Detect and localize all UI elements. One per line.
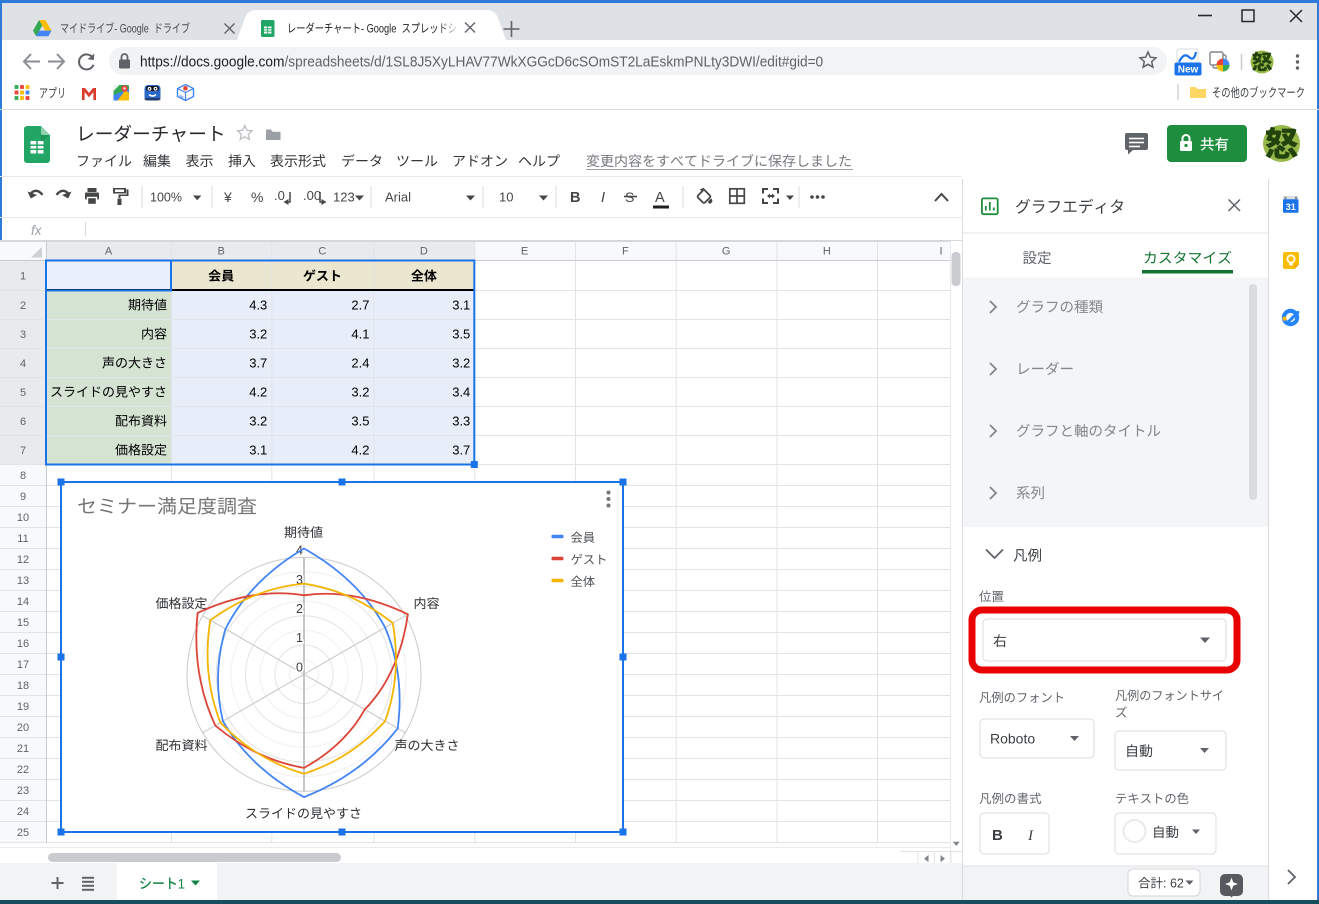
svg-text:3.1: 3.1	[249, 443, 267, 458]
svg-text:.00: .00	[303, 188, 321, 203]
svg-text:2: 2	[296, 602, 303, 616]
svg-text:I: I	[601, 190, 605, 206]
svg-text:2.4: 2.4	[351, 356, 369, 371]
svg-text:18: 18	[17, 680, 29, 692]
svg-text:3.5: 3.5	[351, 414, 369, 429]
svg-text:9: 9	[20, 491, 26, 503]
svg-text:4.1: 4.1	[351, 327, 369, 342]
svg-text:16: 16	[17, 638, 29, 650]
svg-text:100%: 100%	[150, 191, 182, 205]
svg-text:23: 23	[17, 785, 29, 797]
svg-text:2.7: 2.7	[351, 298, 369, 313]
svg-text:4.2: 4.2	[351, 443, 369, 458]
svg-text:B: B	[570, 190, 580, 206]
svg-text:11: 11	[17, 533, 28, 545]
svg-text:14: 14	[17, 596, 29, 608]
svg-text:22: 22	[17, 764, 29, 776]
svg-text:21: 21	[17, 743, 29, 755]
svg-text:3.2: 3.2	[452, 356, 470, 371]
svg-text:C: C	[318, 246, 326, 258]
svg-text:31: 31	[1286, 202, 1296, 212]
svg-text:19: 19	[17, 701, 29, 713]
svg-text:3.2: 3.2	[249, 414, 267, 429]
svg-text:New: New	[1178, 65, 1199, 76]
svg-text:17: 17	[17, 659, 29, 671]
svg-text:%: %	[251, 189, 263, 205]
svg-text:10: 10	[499, 190, 513, 205]
svg-text:I: I	[1027, 828, 1034, 844]
svg-text:/spreadsheets/d/1SL8J5XyLHAV77: /spreadsheets/d/1SL8J5XyLHAV77WkXGGcD6cS…	[285, 53, 824, 69]
svg-text:fx: fx	[31, 223, 43, 238]
svg-text:12: 12	[17, 554, 29, 566]
svg-text:2: 2	[20, 300, 26, 312]
svg-text:20: 20	[17, 722, 29, 734]
svg-text:3.7: 3.7	[452, 443, 470, 458]
svg-text:A: A	[105, 246, 113, 258]
svg-text:E: E	[521, 246, 528, 258]
svg-text:4: 4	[20, 358, 26, 370]
svg-text:3.3: 3.3	[452, 414, 470, 429]
svg-text:https://docs.google.com: https://docs.google.com	[140, 53, 284, 69]
svg-text:4.3: 4.3	[249, 298, 267, 313]
svg-text:- Google: - Google	[361, 22, 396, 35]
svg-text:1: 1	[296, 631, 303, 645]
svg-text:5: 5	[20, 387, 26, 399]
svg-text:1: 1	[20, 271, 26, 283]
svg-text:3.7: 3.7	[249, 356, 267, 371]
svg-text:24: 24	[17, 806, 29, 818]
svg-text:3.4: 3.4	[452, 385, 470, 400]
svg-text:D: D	[420, 246, 428, 258]
svg-text:13: 13	[17, 575, 29, 587]
svg-text:.0: .0	[274, 188, 285, 203]
svg-text:4.2: 4.2	[249, 385, 267, 400]
svg-text:B: B	[992, 827, 1003, 844]
svg-text:F: F	[622, 246, 629, 258]
svg-text:3.2: 3.2	[351, 385, 369, 400]
svg-text:1: 1	[178, 876, 185, 892]
svg-text:B: B	[218, 246, 225, 258]
svg-text:15: 15	[17, 617, 29, 629]
svg-text:8: 8	[20, 470, 26, 482]
svg-text:3: 3	[20, 329, 26, 341]
svg-text:123: 123	[333, 190, 355, 205]
svg-text:I: I	[939, 246, 942, 258]
svg-text:Arial: Arial	[385, 190, 411, 205]
svg-text:G: G	[722, 246, 731, 258]
svg-text:6: 6	[20, 416, 26, 428]
svg-text:25: 25	[17, 827, 29, 839]
svg-text:- Google: - Google	[114, 22, 149, 36]
svg-text:Roboto: Roboto	[990, 731, 1035, 747]
svg-text:10: 10	[17, 512, 29, 524]
svg-text:: 62: : 62	[1163, 877, 1184, 891]
svg-text:A: A	[655, 190, 665, 206]
svg-text:¥: ¥	[223, 189, 232, 205]
svg-text:3.1: 3.1	[452, 298, 470, 313]
svg-text:7: 7	[20, 445, 26, 457]
svg-text:H: H	[823, 246, 831, 258]
svg-text:3.5: 3.5	[452, 327, 470, 342]
svg-text:3.2: 3.2	[249, 327, 267, 342]
svg-text:0: 0	[296, 661, 303, 675]
